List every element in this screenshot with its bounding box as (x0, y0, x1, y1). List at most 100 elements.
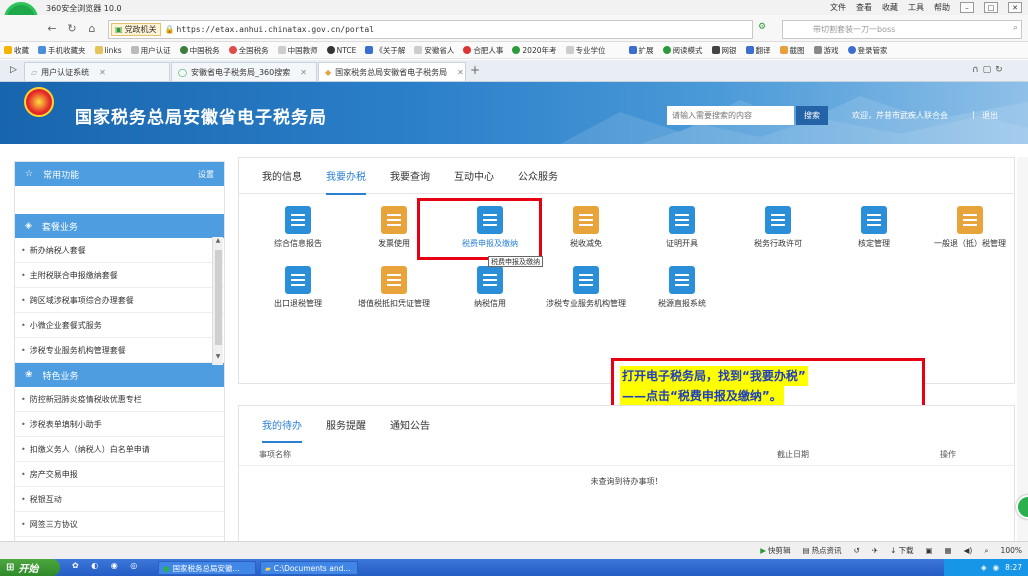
status-image-icon[interactable]: ▣ (925, 546, 932, 555)
close-tab-icon[interactable]: ✕ (99, 68, 106, 77)
site-search-button[interactable]: 搜索 (796, 106, 828, 125)
service-refund[interactable]: 一般退（抵）税管理 (922, 206, 1018, 249)
fav-item[interactable]: 《关于解 (365, 45, 405, 56)
tab-query[interactable]: 我要查询 (378, 158, 442, 194)
status-hot-news[interactable]: ▤ 热点资讯 (802, 545, 841, 556)
sidebar-toggle-icon[interactable]: ▷ (10, 65, 17, 75)
minimize-icon[interactable]: – (960, 2, 974, 13)
status-zoom[interactable]: 100% (1001, 546, 1022, 555)
menu-favorites[interactable]: 收藏 (882, 2, 898, 13)
tab-interaction[interactable]: 互动中心 (442, 158, 506, 194)
sidebar-item[interactable]: • 涉税表单填制小助手 (15, 412, 224, 437)
sidebar-settings-link[interactable]: 设置 (198, 169, 214, 180)
toolbar-extensions[interactable]: 扩展 (628, 45, 654, 56)
tab-my-todo[interactable]: 我的待办 (250, 406, 314, 443)
sidebar-common-header[interactable]: ☆ 常用功能 设置 (15, 162, 224, 186)
tab-my-info[interactable]: 我的信息 (250, 158, 314, 194)
sidebar-item[interactable]: • 涉税专业服务机构管理套餐 (15, 338, 224, 363)
fav-item[interactable]: NTCE (326, 46, 356, 55)
security-shield-icon[interactable]: ⚙ (758, 22, 766, 32)
sidebar-item[interactable]: • 扣缴义务人（纳税人）白名单申请 (15, 437, 224, 462)
fav-item[interactable]: 手机收藏夹 (38, 45, 86, 56)
status-grid-icon[interactable]: ▦ (945, 546, 952, 555)
home-icon[interactable]: ⌂ (84, 20, 100, 36)
fav-item[interactable]: 用户认证 (130, 45, 171, 56)
fav-item[interactable]: 中国教师 (277, 45, 318, 56)
taskbar-item[interactable]: ● 国家税务总局安徽... (158, 561, 256, 575)
fav-item[interactable]: 安徽省人 (414, 45, 454, 56)
site-search-input[interactable] (667, 106, 794, 125)
service-export-refund[interactable]: 出口退税管理 (250, 266, 346, 309)
sidebar-packages-header[interactable]: ◈ 套餐业务 (15, 214, 224, 238)
service-info-report[interactable]: 综合信息报告 (250, 206, 346, 249)
service-certificate[interactable]: 证明开具 (634, 206, 730, 249)
address-url[interactable]: https://etax.anhui.chinatax.gov.cn/porta… (177, 25, 374, 34)
menu-file[interactable]: 文件 (830, 2, 846, 13)
status-quick-edit[interactable]: ▶ 快剪辑 (760, 545, 790, 556)
toolbar-reading-mode[interactable]: 阅读模式 (662, 45, 703, 56)
logout-link[interactable]: 退出 (982, 110, 998, 121)
maximize-icon[interactable]: □ (984, 2, 998, 13)
refresh-icon[interactable]: ↻ (64, 20, 80, 36)
service-agency-management[interactable]: 涉税专业服务机构管理 (538, 266, 634, 309)
toolbar-games[interactable]: 游戏 (813, 45, 839, 56)
status-tool-icon[interactable]: ↺ (854, 546, 860, 555)
sidebar-item[interactable]: • 网签三方协议 (15, 512, 224, 537)
browser-tab-active[interactable]: ◆ 国家税务总局安徽省电子税务局 ✕ (318, 62, 466, 81)
status-download[interactable]: ↓ 下载 (890, 545, 913, 556)
menu-view[interactable]: 查看 (856, 2, 872, 13)
fav-item[interactable]: 收藏 (4, 45, 29, 56)
tab-public-service[interactable]: 公众服务 (506, 158, 570, 194)
menu-tools[interactable]: 工具 (908, 2, 924, 13)
search-icon[interactable]: ⌕ (1013, 23, 1018, 33)
menu-help[interactable]: 帮助 (934, 2, 950, 13)
address-bar[interactable]: ▣ 党政机关 🔒 https://etax.anhui.chinatax.gov.… (108, 20, 753, 39)
toolbar-screenshot[interactable]: 截图 (779, 45, 805, 56)
status-pin-icon[interactable]: ✈ (872, 546, 878, 555)
browser-tab[interactable]: ◯ 安徽省电子税务局_360搜索 ✕ (171, 62, 317, 81)
tray-icon[interactable]: ◈ (981, 563, 987, 572)
sidebar-item[interactable]: • 跨区域涉税事项综合办理套餐 (15, 288, 224, 313)
tab-notice[interactable]: 通知公告 (378, 406, 442, 442)
service-tax-reduction[interactable]: 税收减免 (538, 206, 634, 249)
close-tab-icon[interactable]: ✕ (457, 68, 464, 77)
fav-item[interactable]: 全国税务 (228, 45, 269, 56)
tray-icon[interactable]: ◉ (993, 563, 1000, 572)
fav-item[interactable]: 合肥人事 (463, 45, 503, 56)
service-vat-voucher[interactable]: 增值税抵扣凭证管理 (346, 266, 442, 309)
close-tab-icon[interactable]: ✕ (300, 68, 307, 77)
fav-item[interactable]: 2020年考 (512, 45, 557, 56)
sidebar-item[interactable]: • 主附税联合申报缴纳套餐 (15, 263, 224, 288)
sidebar-scrollbar[interactable]: ▲ ▼ (212, 237, 223, 365)
browser-search-input[interactable]: 带切割套装一刀一boss (782, 20, 1022, 39)
sidebar-item[interactable]: • 税银互动 (15, 487, 224, 512)
toolbar-login-manager[interactable]: 登录管家 (847, 45, 888, 56)
quick-launch-icons[interactable]: ✿ ◐ ◉ ◎ (72, 561, 142, 570)
close-icon[interactable]: ✕ (1008, 2, 1022, 13)
service-assessment[interactable]: 核定管理 (826, 206, 922, 249)
sidebar-item[interactable]: • 防控新冠肺炎疫情税收优惠专栏 (15, 387, 224, 412)
fav-item[interactable]: 专业学位 (565, 45, 606, 56)
sidebar-item[interactable]: • 房产交易申报 (15, 462, 224, 487)
sidebar-item[interactable]: • 新办纳税人套餐 (15, 238, 224, 263)
toolbar-bank[interactable]: 网银 (711, 45, 737, 56)
tab-service-reminder[interactable]: 服务提醒 (314, 406, 378, 442)
back-icon[interactable]: ← (44, 20, 60, 36)
service-credit[interactable]: 纳税信用 (442, 266, 538, 309)
page-scrollbar[interactable] (1017, 157, 1028, 545)
taskbar-item[interactable]: ▰ C:\Documents and... (260, 561, 358, 575)
service-admin-license[interactable]: 税务行政许可 (730, 206, 826, 249)
status-sound-icon[interactable]: ◀) (964, 546, 973, 555)
fav-item[interactable]: 中国税务 (179, 45, 220, 56)
service-direct-report[interactable]: 税源直报系统 (634, 266, 730, 309)
sidebar-item[interactable]: • 小微企业套餐式服务 (15, 313, 224, 338)
sidebar-features-header[interactable]: ❀ 特色业务 (15, 363, 224, 387)
tab-tools-icon[interactable]: ∩▢↻ (972, 65, 1007, 75)
fav-item[interactable]: links (94, 46, 122, 55)
start-button[interactable]: ⊞ 开始 (0, 559, 60, 576)
tab-tax-handling[interactable]: 我要办税 (314, 158, 378, 195)
status-zoom-icon[interactable]: ⌕ (984, 546, 988, 556)
new-tab-icon[interactable]: + (470, 63, 480, 77)
toolbar-translate[interactable]: 翻译 (745, 45, 771, 56)
browser-tab[interactable]: ▱ 用户认证系统 ✕ (24, 62, 170, 81)
